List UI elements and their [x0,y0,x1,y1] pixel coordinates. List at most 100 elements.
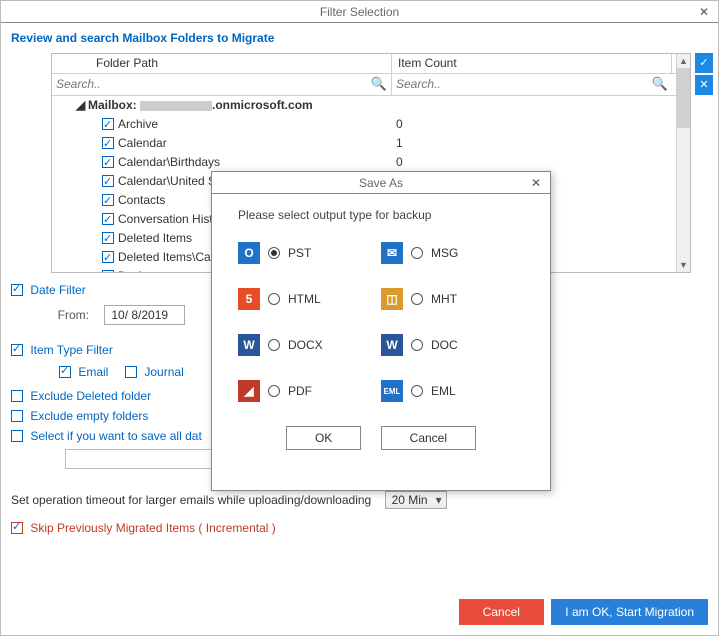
format-option-mht[interactable]: ◫ MHT [381,288,524,310]
folder-name: Archive [118,117,158,131]
folder-name: Deleted Items\Ca [118,250,211,264]
radio-doc[interactable] [411,339,423,351]
folder-name: Conversation Hist [118,212,213,226]
search-count-input[interactable] [392,74,642,94]
titlebar: Filter Selection ✕ [1,1,718,23]
timeout-select[interactable]: 20 Min [385,491,447,509]
column-header-count[interactable]: Item Count [392,54,672,73]
msg-icon: ✉ [381,242,403,264]
redacted-text [140,101,212,111]
format-option-docx[interactable]: W DOCX [238,334,381,356]
radio-msg[interactable] [411,247,423,259]
folder-checkbox[interactable] [102,137,114,149]
from-datepicker[interactable]: 10/ 8/2019 [104,305,185,325]
html-icon: 5 [238,288,260,310]
dialog-title: Save As [359,176,403,190]
doc-icon: W [381,334,403,356]
format-option-eml[interactable]: EML EML [381,380,524,402]
radio-pdf[interactable] [268,385,280,397]
save-all-label: Select if you want to save all dat [30,429,201,443]
mht-icon: ◫ [381,288,403,310]
close-icon[interactable]: ✕ [696,1,712,23]
dialog-close-icon[interactable]: ✕ [528,172,544,194]
format-label: PDF [288,384,312,398]
table-row[interactable]: ◢Mailbox: .onmicrosoft.com [52,96,690,115]
eml-icon: EML [381,380,403,402]
journal-checkbox[interactable] [125,366,137,378]
folder-checkbox[interactable] [102,270,114,272]
folder-checkbox[interactable] [102,232,114,244]
folder-checkbox[interactable] [102,194,114,206]
item-type-filter-label: Item Type Filter [30,343,112,357]
format-label: MSG [431,246,458,260]
cancel-button[interactable]: Cancel [459,599,544,625]
folder-checkbox[interactable] [102,118,114,130]
radio-mht[interactable] [411,293,423,305]
folder-name: Drafts [118,269,150,272]
exclude-deleted-label: Exclude Deleted folder [30,389,151,403]
format-option-pst[interactable]: O PST [238,242,381,264]
skip-checkbox[interactable] [11,522,23,534]
format-label: HTML [288,292,321,306]
format-label: PST [288,246,311,260]
folder-checkbox[interactable] [102,156,114,168]
table-row[interactable]: Calendar 1 [52,134,690,153]
format-option-pdf[interactable]: ◢PDF [238,380,381,402]
folder-name: Calendar [118,136,167,150]
format-label: MHT [431,292,457,306]
table-row[interactable]: Archive 0 [52,115,690,134]
pst-icon: O [238,242,260,264]
folder-count: 0 [392,115,672,134]
save-all-checkbox[interactable] [11,430,23,442]
ok-button[interactable]: OK [286,426,361,450]
scroll-down-icon[interactable]: ▼ [677,258,690,272]
radio-docx[interactable] [268,339,280,351]
search-icon[interactable]: 🔍 [371,76,387,92]
timeout-label: Set operation timeout for larger emails … [11,493,371,507]
start-migration-button[interactable]: I am OK, Start Migration [551,599,708,625]
search-icon[interactable]: 🔍 [652,76,668,92]
dialog-cancel-button[interactable]: Cancel [381,426,476,450]
scroll-thumb[interactable] [677,68,690,128]
uncheck-all-button[interactable]: ✕ [695,75,713,95]
item-type-filter-checkbox[interactable] [11,344,23,356]
radio-html[interactable] [268,293,280,305]
folder-name: Calendar\Birthdays [118,155,220,169]
exclude-empty-checkbox[interactable] [11,410,23,422]
folder-count: 1 [392,134,672,153]
date-filter-checkbox[interactable] [11,284,23,296]
format-option-html[interactable]: 5 HTML [238,288,381,310]
scrollbar[interactable]: ▲ ▼ [676,54,690,272]
journal-label: Journal [144,365,183,379]
dialog-prompt: Please select output type for backup [238,208,524,222]
email-checkbox[interactable] [59,366,71,378]
folder-name: Contacts [118,193,165,207]
section-header: Review and search Mailbox Folders to Mig… [11,31,708,45]
collapse-icon[interactable]: ◢ [76,96,88,115]
folder-count: 0 [392,153,672,172]
folder-checkbox[interactable] [102,251,114,263]
folder-checkbox[interactable] [102,175,114,187]
format-label: DOCX [288,338,323,352]
date-filter-label: Date Filter [30,283,85,297]
check-all-button[interactable]: ✓ [695,53,713,73]
folder-name: Calendar\United S [118,174,216,188]
folder-checkbox[interactable] [102,213,114,225]
radio-eml[interactable] [411,385,423,397]
format-option-doc[interactable]: W DOC [381,334,524,356]
column-header-path[interactable]: Folder Path [52,54,392,73]
radio-pst[interactable] [268,247,280,259]
format-option-msg[interactable]: ✉ MSG [381,242,524,264]
docx-icon: W [238,334,260,356]
mailbox-label: Mailbox: [88,98,137,112]
window-title: Filter Selection [320,5,399,19]
format-label: EML [431,384,456,398]
from-label: From: [25,308,89,322]
table-row[interactable]: Calendar\Birthdays 0 [52,153,690,172]
mailbox-domain: .onmicrosoft.com [212,98,313,112]
scroll-up-icon[interactable]: ▲ [677,54,690,68]
exclude-deleted-checkbox[interactable] [11,390,23,402]
folder-name: Deleted Items [118,231,192,245]
search-path-input[interactable] [52,74,362,94]
format-label: DOC [431,338,458,352]
